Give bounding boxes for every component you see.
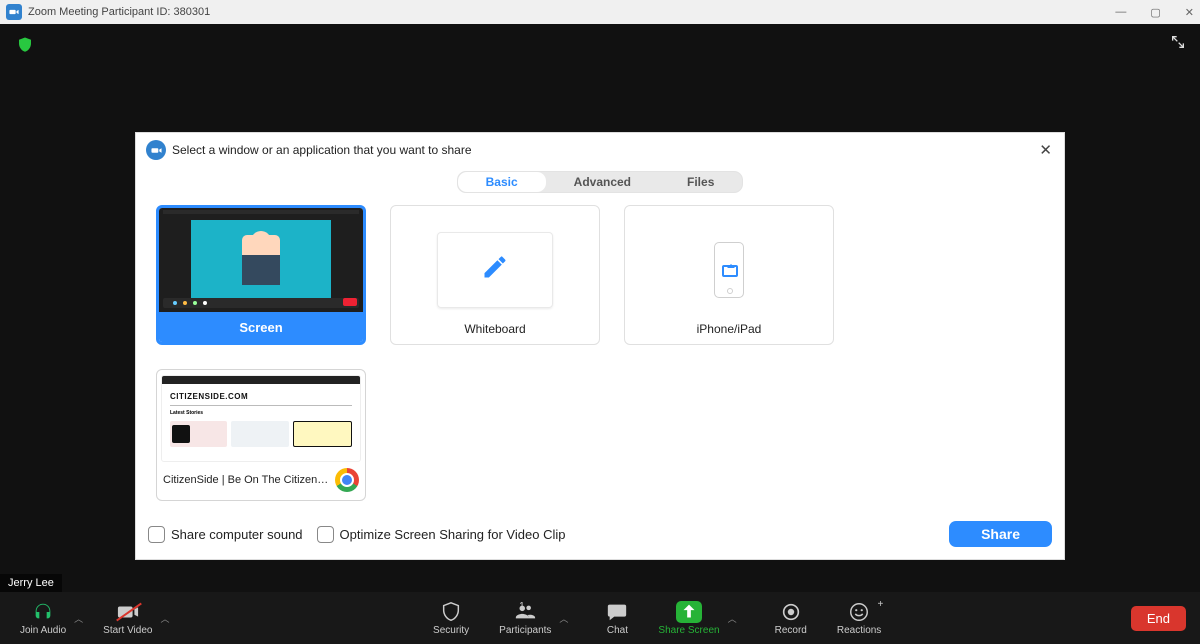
share-option-label: Screen [159, 312, 363, 342]
window-thumbnail: CITIZENSIDE.COM Latest Stories [161, 375, 361, 462]
fullscreen-icon[interactable] [1170, 34, 1186, 55]
video-options-caret[interactable]: ︿ [160, 612, 169, 625]
tab-basic[interactable]: Basic [458, 172, 546, 192]
share-option-label: iPhone/iPad [697, 322, 762, 336]
share-screen-dialog: Select a window or an application that y… [135, 132, 1065, 560]
share-button[interactable]: Share [949, 521, 1052, 547]
close-dialog-button[interactable]: ✕ [1037, 139, 1054, 161]
share-option-label: CitizenSide | Be On The Citizen Si... [163, 474, 331, 486]
chrome-icon [335, 468, 359, 492]
end-meeting-button[interactable]: End [1131, 606, 1186, 631]
audio-options-caret[interactable]: ︿ [74, 612, 83, 625]
share-option-iphone[interactable]: iPhone/iPad [624, 205, 834, 345]
participants-button[interactable]: 1 Participants [493, 601, 557, 636]
join-audio-button[interactable]: Join Audio [14, 601, 72, 636]
chat-button[interactable]: Chat [600, 601, 634, 636]
share-option-label: Whiteboard [464, 322, 525, 336]
share-sound-checkbox[interactable]: Share computer sound [148, 526, 303, 543]
tab-advanced[interactable]: Advanced [546, 172, 659, 192]
close-window-button[interactable]: ✕ [1185, 6, 1194, 19]
dialog-title: Select a window or an application that y… [172, 143, 472, 157]
phone-icon [714, 242, 744, 298]
start-video-button[interactable]: Start Video [97, 601, 158, 636]
airplay-icon [722, 265, 738, 277]
security-button[interactable]: Security [427, 601, 475, 636]
participant-name-tag: Jerry Lee [0, 574, 62, 592]
meeting-stage: Jerry Lee Select a window or an applicat… [0, 24, 1200, 592]
share-option-screen[interactable]: Screen [156, 205, 366, 345]
share-options-caret[interactable]: ︿ [728, 612, 737, 625]
encryption-shield-icon[interactable] [16, 36, 34, 54]
zoom-icon [6, 4, 22, 20]
maximize-button[interactable]: ▢ [1150, 6, 1160, 19]
zoom-icon [146, 140, 166, 160]
plus-icon: + [877, 599, 883, 610]
participants-options-caret[interactable]: ︿ [559, 612, 568, 625]
tab-files[interactable]: Files [659, 172, 742, 192]
minimize-button[interactable]: — [1115, 6, 1126, 19]
reactions-button[interactable]: + Reactions [831, 601, 887, 636]
share-tabs: Basic Advanced Files [457, 171, 744, 193]
share-screen-button[interactable]: Share Screen [652, 601, 725, 636]
optimize-video-checkbox[interactable]: Optimize Screen Sharing for Video Clip [317, 526, 566, 543]
share-option-chrome-window[interactable]: CITIZENSIDE.COM Latest Stories CitizenSi… [156, 369, 366, 501]
meeting-controls: Join Audio ︿ Start Video ︿ Security 1 Pa… [0, 592, 1200, 644]
share-option-whiteboard[interactable]: Whiteboard [390, 205, 600, 345]
window-titlebar: Zoom Meeting Participant ID: 380301 — ▢ … [0, 0, 1200, 24]
participant-count: 1 [519, 601, 557, 612]
record-button[interactable]: Record [769, 601, 813, 636]
pen-icon [481, 253, 509, 288]
window-title: Zoom Meeting Participant ID: 380301 [28, 6, 210, 18]
